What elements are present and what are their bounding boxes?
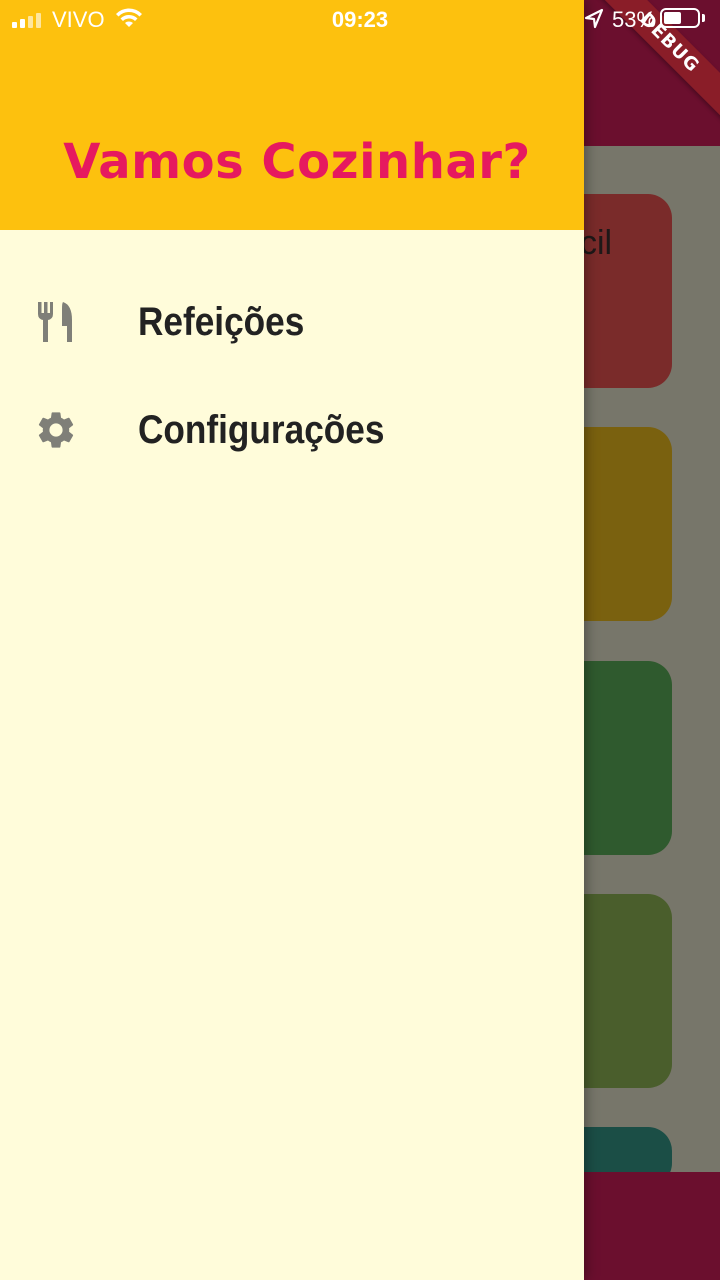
drawer-item-meals[interactable]: Refeições	[0, 272, 584, 372]
drawer-title: Vamos Cozinhar?	[63, 134, 531, 190]
drawer-item-label: Configurações	[138, 407, 385, 452]
drawer-item-label: Refeições	[138, 299, 305, 344]
category-card-title: cil	[580, 224, 613, 262]
battery-tip	[702, 14, 705, 22]
drawer-item-settings[interactable]: Configurações	[0, 380, 584, 480]
status-bar: VIVO 09:23 53%	[0, 0, 720, 40]
settings-icon	[34, 408, 78, 452]
location-arrow-icon	[584, 8, 604, 36]
battery-icon	[660, 8, 700, 28]
restaurant-icon	[34, 300, 78, 344]
navigation-drawer: Vamos Cozinhar? Refeições Configurações	[0, 0, 584, 1280]
battery-percentage: 53%	[612, 7, 657, 32]
battery-level	[664, 12, 681, 24]
